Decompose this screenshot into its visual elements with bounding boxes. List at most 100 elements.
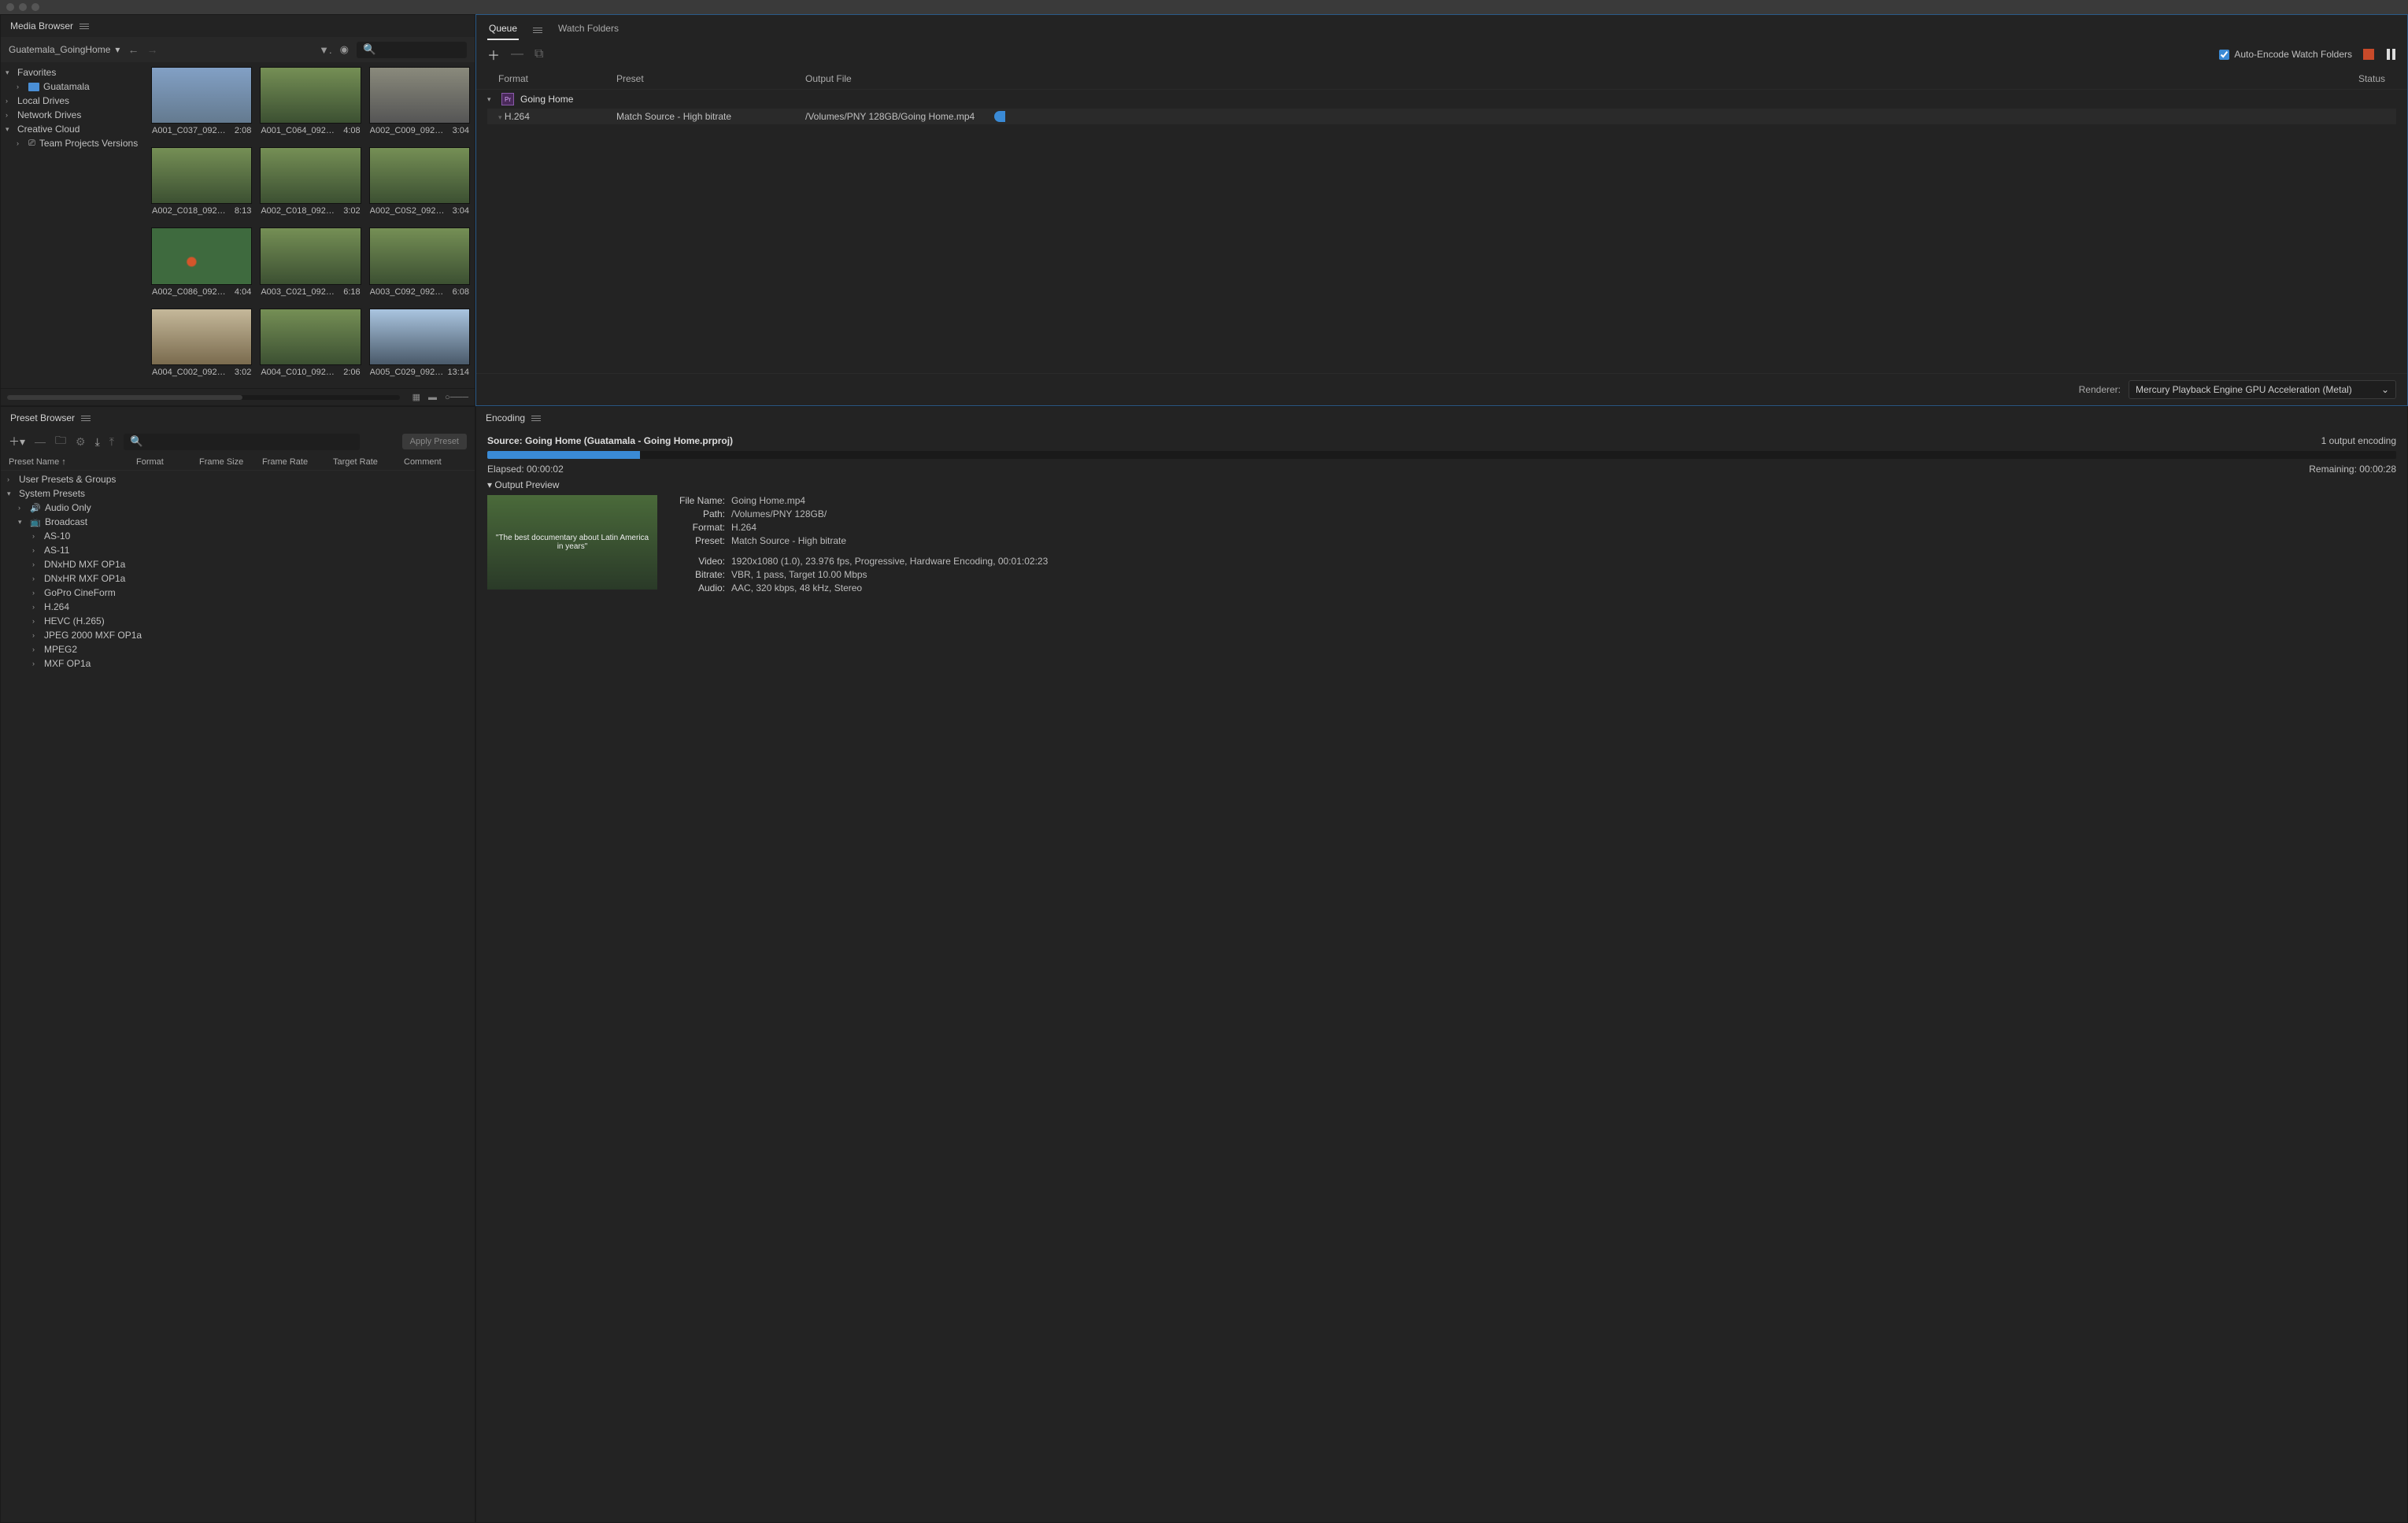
tab-watch-folders[interactable]: Watch Folders — [557, 20, 620, 40]
list-view-icon[interactable]: ▦ — [412, 392, 420, 402]
remove-preset-icon[interactable]: — — [35, 435, 46, 448]
preset-user-group[interactable]: ›User Presets & Groups — [1, 472, 475, 486]
clip-item[interactable]: A002_C018_0922...3:02 — [260, 147, 361, 218]
export-icon[interactable]: ⤒ — [109, 435, 114, 449]
clip-thumbnail — [260, 309, 361, 365]
tree-local-drives[interactable]: ›Local Drives — [1, 94, 146, 108]
zoom-slider-icon[interactable]: ○─── — [445, 393, 468, 402]
renderer-select[interactable]: Mercury Playback Engine GPU Acceleration… — [2129, 380, 2396, 399]
preset-as10[interactable]: ›AS-10 — [1, 529, 475, 543]
add-preset-icon[interactable]: ＋▾ — [9, 434, 25, 449]
clip-item[interactable]: A002_C0S2_0922...3:04 — [369, 147, 470, 218]
new-group-icon[interactable]: 🗀 — [55, 432, 66, 451]
duplicate-icon[interactable]: ⧉ — [534, 47, 543, 61]
chevron-down-icon: ⌄ — [2381, 384, 2389, 395]
clip-item[interactable]: A002_C086_0922...4:04 — [151, 227, 252, 298]
preset-hevc[interactable]: ›HEVC (H.265) — [1, 614, 475, 628]
tree-network-drives[interactable]: ›Network Drives — [1, 108, 146, 122]
folder-icon — [28, 83, 39, 91]
sort-up-icon[interactable]: ↑ — [61, 457, 66, 467]
clip-item[interactable]: A002_C009_09222...3:04 — [369, 67, 470, 138]
preset-broadcast[interactable]: ▾📺Broadcast — [1, 515, 475, 529]
clip-item[interactable]: A001_C037_0921...2:08 — [151, 67, 252, 138]
clip-duration: 6:08 — [453, 287, 469, 297]
clip-duration: 2:06 — [343, 368, 360, 377]
clip-duration: 4:08 — [343, 126, 360, 135]
tab-queue[interactable]: Queue — [487, 20, 519, 40]
preset-mxf[interactable]: ›MXF OP1a — [1, 656, 475, 671]
preset-dnxhd[interactable]: ›DNxHD MXF OP1a — [1, 557, 475, 571]
panel-menu-icon[interactable] — [531, 416, 541, 421]
thumb-view-icon[interactable]: ▬ — [428, 393, 437, 402]
queue-group[interactable]: ▾ Pr Going Home — [487, 90, 2396, 109]
preset-as11[interactable]: ›AS-11 — [1, 543, 475, 557]
eye-icon[interactable]: ◉ — [340, 43, 349, 56]
clip-item[interactable]: A004_C010_0924...2:06 — [260, 309, 361, 379]
preset-mpeg2[interactable]: ›MPEG2 — [1, 642, 475, 656]
stop-button[interactable] — [2363, 49, 2374, 60]
tree-team-projects[interactable]: ›⎚Team Projects Versions — [1, 136, 146, 150]
pause-button[interactable] — [2385, 49, 2396, 60]
status-indicator — [994, 111, 2385, 122]
auto-encode-checkbox[interactable]: Auto-Encode Watch Folders — [2219, 49, 2352, 60]
clip-item[interactable]: A004_C002_0924...3:02 — [151, 309, 252, 379]
clip-item[interactable]: A003_C092_0923...6:08 — [369, 227, 470, 298]
back-arrow-icon[interactable]: ← — [128, 43, 139, 56]
preset-system-group[interactable]: ▾System Presets — [1, 486, 475, 501]
clip-thumbnail — [151, 147, 252, 204]
scrollbar[interactable] — [7, 395, 400, 400]
settings-icon[interactable]: ⚙ — [76, 435, 86, 449]
preset-dnxhr[interactable]: ›DNxHR MXF OP1a — [1, 571, 475, 586]
panel-menu-icon[interactable] — [533, 28, 542, 33]
clip-thumbnail — [369, 67, 470, 124]
apply-preset-button[interactable]: Apply Preset — [402, 434, 467, 449]
elapsed-value: 00:00:02 — [527, 464, 564, 475]
minimize-window-icon[interactable] — [19, 3, 27, 11]
remove-source-icon[interactable]: — — [511, 47, 523, 61]
tree-favorites[interactable]: ▾Favorites — [1, 65, 146, 79]
chevron-down-icon[interactable]: ▾ — [487, 479, 492, 490]
clip-thumbnail — [369, 227, 470, 284]
clip-duration: 3:04 — [453, 206, 469, 216]
clip-duration: 2:08 — [235, 126, 251, 135]
clip-grid: A001_C037_0921...2:08 A001_C064_0922...4… — [146, 62, 475, 388]
clip-thumbnail — [260, 147, 361, 204]
clip-thumbnail — [260, 67, 361, 124]
media-browser-panel: Media Browser Guatemala_GoingHome ▾ ← → … — [0, 14, 475, 406]
forward-arrow-icon[interactable]: → — [146, 43, 157, 56]
preset-search-input[interactable] — [124, 434, 360, 450]
preset-gopro[interactable]: ›GoPro CineForm — [1, 586, 475, 600]
clip-thumbnail — [369, 147, 470, 204]
close-window-icon[interactable] — [6, 3, 14, 11]
clip-name: A004_C002_0924... — [152, 368, 227, 377]
zoom-window-icon[interactable] — [31, 3, 39, 11]
preset-h264[interactable]: ›H.264 — [1, 600, 475, 614]
renderer-label: Renderer: — [2079, 384, 2121, 395]
audio-icon: 🔊 — [30, 503, 41, 513]
queue-group-name: Going Home — [520, 94, 573, 105]
remaining-value: 00:00:28 — [2359, 464, 2396, 475]
clip-item[interactable]: A003_C021_0923...6:18 — [260, 227, 361, 298]
encoding-panel: Encoding Source: Going Home (Guatamala -… — [475, 406, 2408, 1523]
folder-tree: ▾Favorites ›Guatamala ›Local Drives ›Net… — [1, 62, 146, 388]
filter-icon[interactable]: ▼. — [319, 44, 331, 56]
chevron-down-icon: ▾ — [487, 95, 495, 104]
queue-item[interactable]: ▾ H.264 Match Source - High bitrate /Vol… — [487, 109, 2396, 124]
clip-name: A002_C009_09222... — [370, 126, 445, 135]
clip-duration: 8:13 — [235, 206, 251, 216]
preset-audio-only[interactable]: ›🔊Audio Only — [1, 501, 475, 515]
add-source-icon[interactable]: ＋ — [487, 45, 500, 64]
clip-item[interactable]: A001_C064_0922...4:08 — [260, 67, 361, 138]
tree-creative-cloud[interactable]: ▾Creative Cloud — [1, 122, 146, 136]
import-icon[interactable]: ⤓ — [95, 435, 100, 449]
panel-menu-icon[interactable] — [81, 416, 91, 421]
clip-item[interactable]: A005_C029_0925...13:14 — [369, 309, 470, 379]
clip-thumbnail — [151, 227, 252, 284]
clip-item[interactable]: A002_C018_0922...8:13 — [151, 147, 252, 218]
media-search-input[interactable] — [357, 42, 467, 58]
breadcrumb[interactable]: Guatemala_GoingHome ▾ — [9, 44, 120, 55]
panel-menu-icon[interactable] — [80, 24, 89, 29]
tree-guatamala[interactable]: ›Guatamala — [1, 79, 146, 94]
preset-jpeg2000[interactable]: ›JPEG 2000 MXF OP1a — [1, 628, 475, 642]
source-value: Going Home (Guatamala - Going Home.prpro… — [525, 435, 733, 446]
